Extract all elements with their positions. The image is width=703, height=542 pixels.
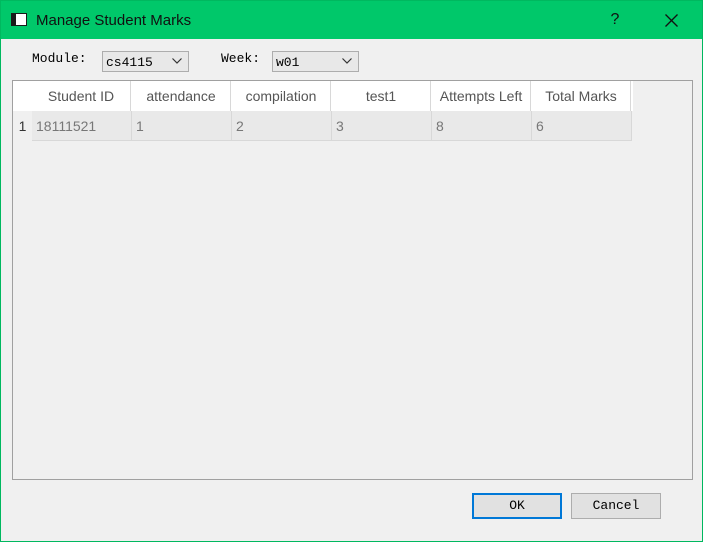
ok-button[interactable]: OK xyxy=(472,493,562,519)
table-cell-attempts-left[interactable]: 8 xyxy=(432,111,532,141)
module-label: Module: xyxy=(32,51,87,66)
column-header-compilation[interactable]: compilation xyxy=(232,81,331,111)
week-label: Week: xyxy=(221,51,261,66)
close-button[interactable] xyxy=(651,1,691,39)
marks-table[interactable]: Student ID attendance compilation test1 … xyxy=(12,80,693,480)
column-header-attempts-left[interactable]: Attempts Left xyxy=(432,81,531,111)
row-header[interactable]: 1 xyxy=(13,111,32,141)
table-cell-student-id[interactable]: 18111521 xyxy=(32,111,132,141)
column-header-student-id[interactable]: Student ID xyxy=(32,81,131,111)
column-header-attendance[interactable]: attendance xyxy=(132,81,231,111)
table-cell-test1[interactable]: 3 xyxy=(332,111,432,141)
table-cell-total-marks[interactable]: 6 xyxy=(532,111,632,141)
title-bar[interactable]: Manage Student Marks ? xyxy=(1,1,702,39)
week-select-value: w01 xyxy=(276,55,300,70)
table-cell-compilation[interactable]: 2 xyxy=(232,111,332,141)
module-select[interactable]: cs4115 xyxy=(102,51,189,72)
column-header-total-marks[interactable]: Total Marks xyxy=(532,81,631,111)
close-icon xyxy=(665,14,678,27)
chevron-down-icon xyxy=(172,58,182,64)
cancel-button[interactable]: Cancel xyxy=(571,493,661,519)
help-button[interactable]: ? xyxy=(597,1,633,39)
table-corner-button[interactable] xyxy=(13,81,32,111)
module-select-value: cs4115 xyxy=(106,55,153,70)
table-cell-attendance[interactable]: 1 xyxy=(132,111,232,141)
column-header-test1[interactable]: test1 xyxy=(332,81,431,111)
week-select[interactable]: w01 xyxy=(272,51,359,72)
window-icon xyxy=(11,13,27,26)
manage-student-marks-dialog: Manage Student Marks ? Module: cs4115 We… xyxy=(0,0,703,542)
chevron-down-icon xyxy=(342,58,352,64)
window-title: Manage Student Marks xyxy=(36,12,192,29)
